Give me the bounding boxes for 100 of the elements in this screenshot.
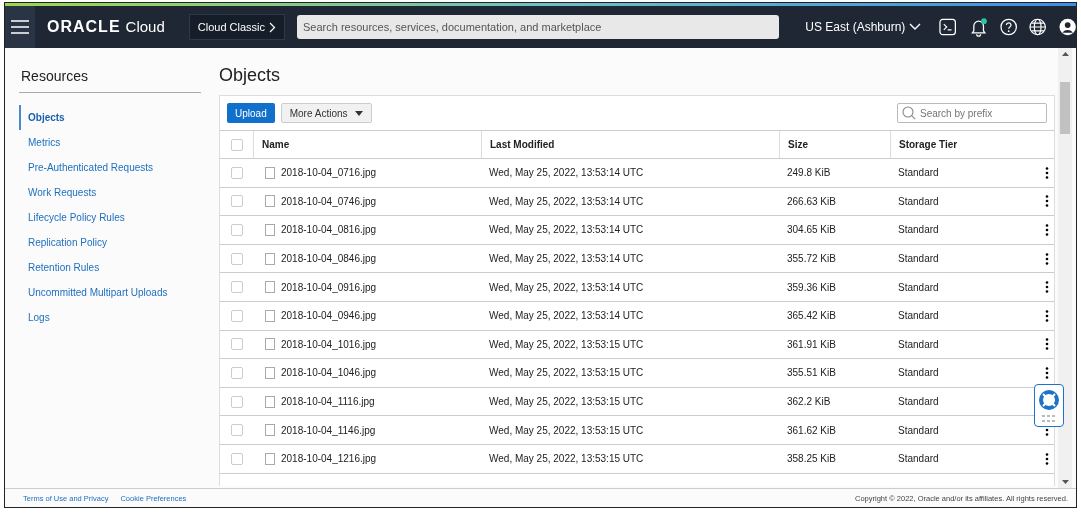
grip-icon xyxy=(1042,414,1056,423)
chevron-right-icon xyxy=(269,21,276,33)
scrollbar[interactable] xyxy=(1058,48,1072,488)
file-icon xyxy=(265,166,275,179)
sidebar-link[interactable]: Metrics xyxy=(19,130,201,155)
column-header[interactable]: Storage Tier xyxy=(891,131,1037,158)
caret-icon xyxy=(354,110,363,116)
kebab-menu-icon[interactable] xyxy=(1045,281,1049,294)
globe-icon[interactable] xyxy=(1029,18,1047,36)
row-checkbox[interactable] xyxy=(230,166,243,179)
table-cell-text: Standard xyxy=(897,309,940,324)
table-cell-text: Wed, May 25, 2022, 13:53:14 UTC xyxy=(488,194,645,209)
sidebar-title: Resources xyxy=(19,68,201,93)
sidebar-link[interactable]: Uncommitted Multipart Uploads xyxy=(19,280,201,305)
table-cell-text: 358.25 KiB xyxy=(786,452,837,467)
table-cell-text: Wed, May 25, 2022, 13:53:15 UTC xyxy=(488,423,645,438)
kebab-menu-icon[interactable] xyxy=(1045,309,1049,322)
table-cell-text: Wed, May 25, 2022, 13:53:14 UTC xyxy=(488,252,645,267)
row-checkbox[interactable] xyxy=(230,195,243,208)
file-icon xyxy=(265,224,275,236)
file-name[interactable]: 2018-10-04_0716.jpg xyxy=(281,167,377,179)
avatar-icon[interactable] xyxy=(1058,18,1076,36)
file-name[interactable]: 2018-10-04_0916.jpg xyxy=(281,281,377,293)
scroll-up-icon[interactable] xyxy=(1061,52,1069,56)
file-icon xyxy=(265,338,275,351)
file-name[interactable]: 2018-10-04_0746.jpg xyxy=(281,195,377,207)
file-icon xyxy=(265,195,275,208)
table-cell-text: 249.8 KiB xyxy=(786,166,832,181)
file-name[interactable]: 2018-10-04_0946.jpg xyxy=(281,310,377,322)
sidebar-link[interactable]: Retention Rules xyxy=(19,255,201,280)
row-checkbox[interactable] xyxy=(230,452,243,465)
scrollbar-thumb[interactable] xyxy=(1060,82,1070,134)
row-checkbox[interactable] xyxy=(230,338,243,351)
cloud-classic-button[interactable]: Cloud Classic xyxy=(188,14,285,40)
sidebar-link[interactable]: Pre-Authenticated Requests xyxy=(19,155,201,180)
file-icon xyxy=(265,366,275,379)
prefix-search-field[interactable]: Search by prefix xyxy=(897,103,1047,123)
search-field[interactable]: Search resources, services, documentation, and marketplace xyxy=(297,15,780,39)
terminal-icon[interactable] xyxy=(939,18,957,36)
table-cell-text: Standard xyxy=(897,337,940,352)
file-name[interactable]: 2018-10-04_1116.jpg xyxy=(281,396,375,408)
row-checkbox[interactable] xyxy=(230,424,243,437)
table-cell-text: Wed, May 25, 2022, 13:53:14 UTC xyxy=(488,166,645,181)
select-all-checkbox[interactable] xyxy=(230,138,243,151)
sidebar-link[interactable]: Replication Policy xyxy=(19,230,201,255)
table-cell-text: 266.63 KiB xyxy=(786,194,837,209)
kebab-menu-icon[interactable] xyxy=(1045,338,1049,351)
file-name[interactable]: 2018-10-04_1016.jpg xyxy=(281,338,377,350)
help-icon[interactable] xyxy=(999,18,1018,36)
table-cell-text: 361.62 KiB xyxy=(786,423,837,438)
chevron-down-icon xyxy=(909,23,922,31)
row-checkbox[interactable] xyxy=(230,366,243,379)
table-cell-text: 304.65 KiB xyxy=(786,223,837,238)
table-cell-text: Wed, May 25, 2022, 13:53:15 UTC xyxy=(488,366,645,381)
kebab-menu-icon[interactable] xyxy=(1045,452,1049,465)
kebab-menu-icon[interactable] xyxy=(1045,195,1049,208)
table-cell-text: Standard xyxy=(897,366,940,381)
file-name[interactable]: 2018-10-04_0816.jpg xyxy=(281,224,377,236)
table-cell-text: Wed, May 25, 2022, 13:53:14 UTC xyxy=(488,309,645,324)
table-cell-text: Standard xyxy=(897,166,940,181)
file-icon xyxy=(265,281,275,294)
table-cell-text: Standard xyxy=(897,252,940,267)
sidebar-link[interactable]: Work Requests xyxy=(19,180,201,205)
file-name[interactable]: 2018-10-04_0846.jpg xyxy=(281,253,377,265)
oracle-cloud-logo[interactable]: ORACLE Cloud xyxy=(47,18,165,36)
file-icon xyxy=(265,252,275,265)
table-cell-text: 359.36 KiB xyxy=(786,280,837,295)
row-checkbox[interactable] xyxy=(230,281,243,294)
scroll-down-icon[interactable] xyxy=(1061,480,1069,484)
column-header[interactable]: Name xyxy=(254,131,482,158)
row-checkbox[interactable] xyxy=(230,395,243,408)
file-name[interactable]: 2018-10-04_1046.jpg xyxy=(281,367,377,379)
row-checkbox[interactable] xyxy=(230,309,243,322)
kebab-menu-icon[interactable] xyxy=(1045,252,1049,265)
table-cell-text: Standard xyxy=(897,452,940,467)
file-name[interactable]: 2018-10-04_1216.jpg xyxy=(281,453,377,465)
lifebuoy-icon xyxy=(1038,388,1060,411)
sidebar-link[interactable]: Lifecycle Policy Rules xyxy=(19,205,201,230)
sidebar-link[interactable]: Logs xyxy=(19,305,201,330)
table-cell-text: Wed, May 25, 2022, 13:53:14 UTC xyxy=(488,280,645,295)
sidebar-link[interactable]: Objects xyxy=(19,105,201,130)
region-dropdown[interactable]: US East (Ashburn) xyxy=(799,19,928,35)
file-name[interactable]: 2018-10-04_1146.jpg xyxy=(281,424,376,436)
column-header[interactable]: Last Modified xyxy=(482,131,780,158)
upload-button[interactable]: Upload xyxy=(227,103,275,123)
kebab-menu-icon[interactable] xyxy=(1045,224,1049,236)
table-cell-text: Standard xyxy=(897,223,940,238)
kebab-menu-icon[interactable] xyxy=(1045,366,1049,379)
column-header[interactable]: Size xyxy=(780,131,891,158)
table-cell-text: 362.2 KiB xyxy=(786,395,832,410)
table-cell-text: Wed, May 25, 2022, 13:53:15 UTC xyxy=(488,337,645,352)
menu-button[interactable] xyxy=(5,6,35,48)
table-cell-text: Standard xyxy=(897,423,940,438)
help-widget-button[interactable] xyxy=(1034,384,1064,427)
table-cell-text: 365.42 KiB xyxy=(786,309,837,324)
row-checkbox[interactable] xyxy=(230,252,243,265)
more-actions-button[interactable]: More Actions xyxy=(280,103,372,123)
kebab-menu-icon[interactable] xyxy=(1045,166,1049,179)
row-checkbox[interactable] xyxy=(230,224,243,236)
table-cell-text: Standard xyxy=(897,395,940,410)
